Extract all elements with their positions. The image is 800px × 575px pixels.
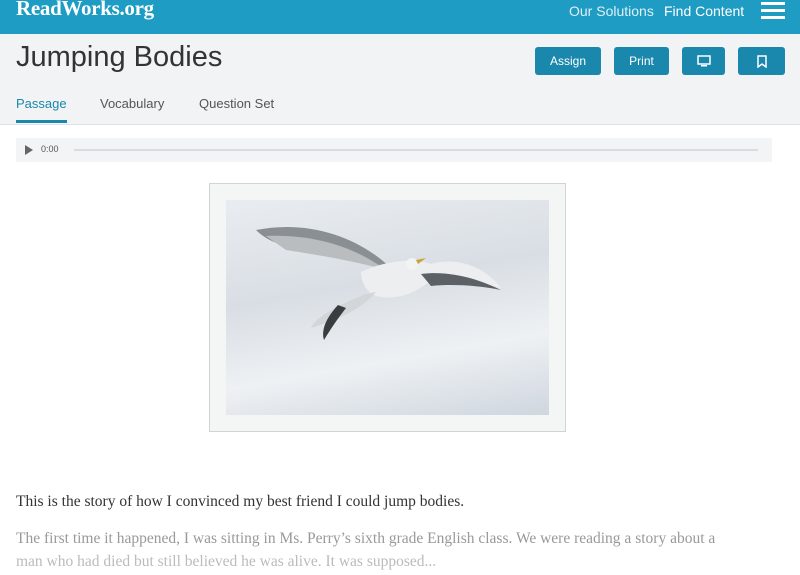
active-tab-indicator [16, 120, 67, 123]
nav-find-content[interactable]: Find Content [664, 3, 744, 19]
tab-passage[interactable]: Passage [16, 96, 67, 111]
tab-vocabulary[interactable]: Vocabulary [100, 96, 164, 111]
title-bar: Jumping Bodies Assign Print Passage Voca… [0, 34, 800, 125]
page-title: Jumping Bodies [16, 41, 223, 73]
assign-button[interactable]: Assign [535, 47, 601, 75]
seagull-photo [226, 200, 549, 415]
passage-paragraph-2-line-2: man who had died but still believed he w… [16, 553, 437, 570]
monitor-icon [696, 55, 711, 67]
tab-question-set[interactable]: Question Set [199, 96, 274, 111]
menu-icon[interactable] [761, 2, 785, 20]
print-button[interactable]: Print [614, 47, 669, 75]
audio-progress-track[interactable] [74, 149, 758, 151]
nav-our-solutions[interactable]: Our Solutions [569, 3, 654, 19]
audio-player: 0:00 [16, 138, 772, 162]
passage-image-frame [209, 183, 566, 432]
readworks-logo[interactable]: ReadWorks.org [16, 0, 154, 21]
audio-time: 0:00 [41, 144, 59, 154]
present-button[interactable] [682, 47, 725, 75]
bookmark-icon [756, 54, 767, 68]
play-icon[interactable] [25, 145, 33, 155]
passage-paragraph-1: This is the story of how I convinced my … [16, 493, 465, 510]
passage-paragraph-2-line-1: The first time it happened, I was sittin… [16, 530, 716, 547]
bookmark-button[interactable] [738, 47, 785, 75]
seagull-illustration [256, 226, 501, 340]
top-nav-bar: ReadWorks.org Our Solutions Find Content [0, 0, 800, 34]
